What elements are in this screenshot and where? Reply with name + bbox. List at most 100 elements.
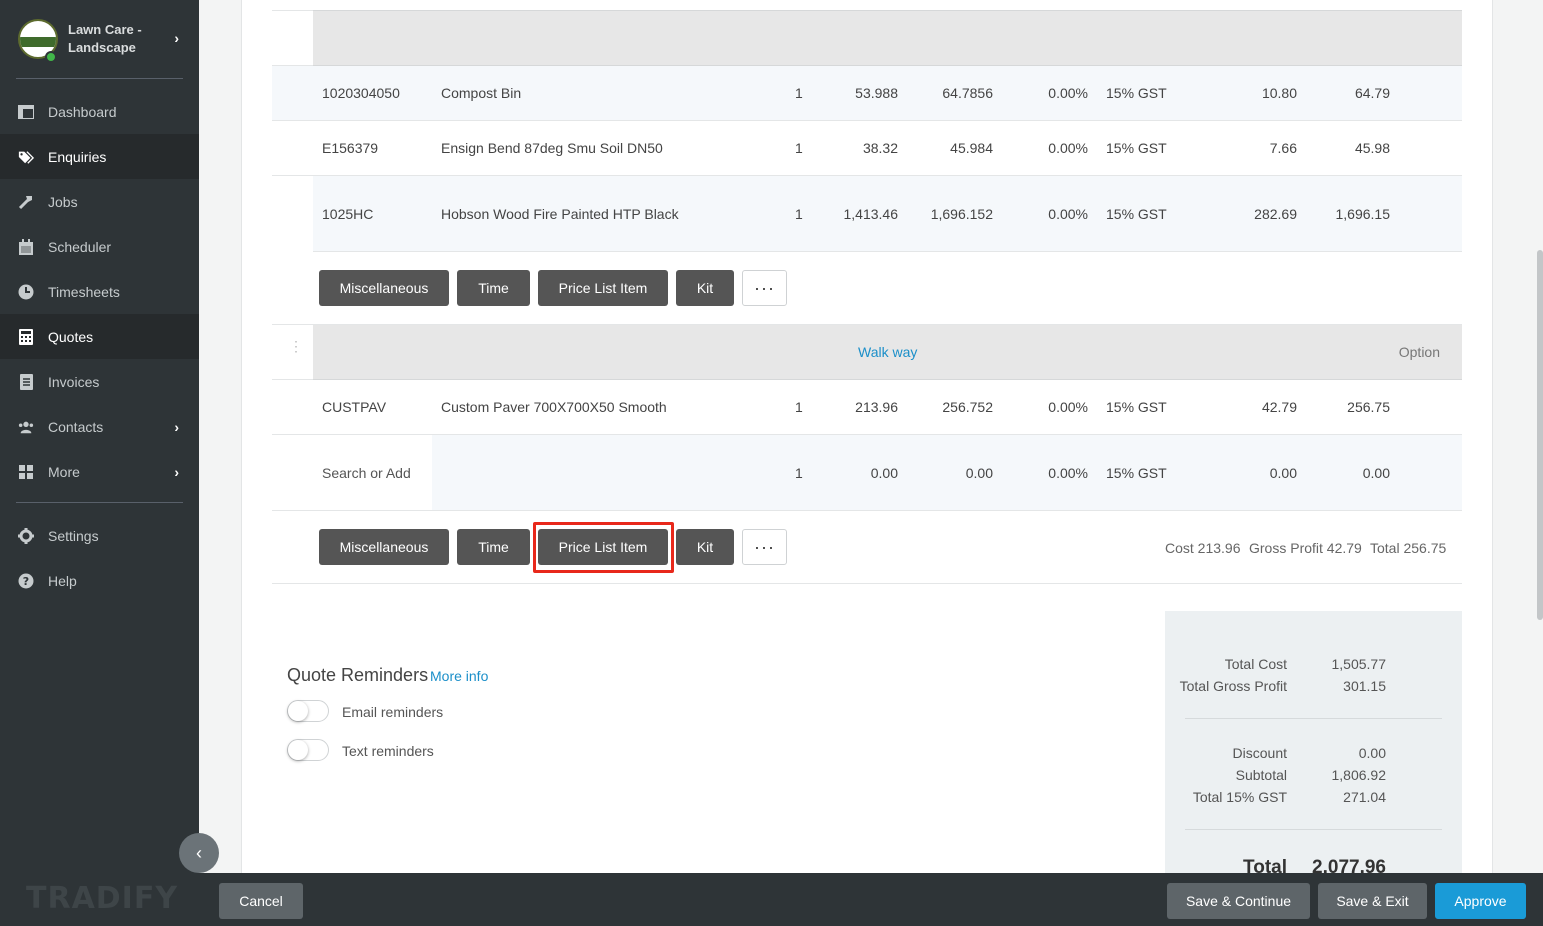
item-quantity[interactable]: 1 bbox=[795, 399, 803, 415]
gst-value: 271.04 bbox=[1343, 789, 1386, 805]
item-quantity[interactable]: 1 bbox=[795, 465, 803, 481]
add-miscellaneous-button[interactable]: Miscellaneous bbox=[319, 529, 449, 565]
sidebar-item-label: Contacts bbox=[48, 418, 104, 435]
sidebar-item-label: Settings bbox=[48, 527, 99, 544]
group-profit-summary: Gross Profit 42.79 bbox=[1249, 540, 1362, 556]
group-option-label[interactable]: Option bbox=[1399, 344, 1440, 360]
item-total: 0.00 bbox=[1362, 464, 1390, 481]
sidebar-item-quotes[interactable]: Quotes bbox=[0, 314, 199, 359]
sidebar-item-scheduler[interactable]: Scheduler bbox=[0, 224, 199, 269]
table-row[interactable]: 1020304050 Compost Bin 1 53.988 64.7856 … bbox=[272, 66, 1462, 121]
sidebar-item-invoices[interactable]: Invoices bbox=[0, 359, 199, 404]
sidebar-item-label: Jobs bbox=[48, 193, 78, 210]
group-header bbox=[313, 10, 1462, 66]
sidebar-item-help[interactable]: ? Help bbox=[0, 558, 199, 603]
sidebar-item-settings[interactable]: Settings bbox=[0, 513, 199, 558]
clock-icon bbox=[18, 284, 34, 300]
table-row[interactable]: Search or Add 1 0.00 0.00 0.00% 15% GST … bbox=[272, 435, 1462, 511]
item-code[interactable]: E156379 bbox=[322, 140, 378, 156]
add-time-button[interactable]: Time bbox=[457, 270, 530, 306]
table-row[interactable]: CUSTPAV Custom Paver 700X700X50 Smooth 1… bbox=[272, 380, 1462, 435]
sidebar-item-contacts[interactable]: Contacts › bbox=[0, 404, 199, 449]
email-reminders-toggle[interactable] bbox=[287, 700, 329, 722]
sidebar-item-timesheets[interactable]: Timesheets bbox=[0, 269, 199, 314]
item-description[interactable]: Custom Paver 700X700X50 Smooth bbox=[441, 399, 667, 415]
add-price-list-item-button[interactable]: Price List Item bbox=[538, 529, 668, 565]
item-tax[interactable]: 15% GST bbox=[1106, 85, 1167, 101]
item-cost[interactable]: 213.96 bbox=[855, 399, 898, 415]
group-header: Walk way Option bbox=[313, 325, 1462, 380]
approve-button[interactable]: Approve bbox=[1435, 883, 1526, 919]
cancel-button[interactable]: Cancel bbox=[219, 883, 303, 919]
item-discount[interactable]: 0.00% bbox=[1048, 399, 1088, 415]
chevron-right-icon: › bbox=[174, 418, 179, 435]
item-price[interactable]: 64.7856 bbox=[942, 85, 993, 101]
save-exit-button[interactable]: Save & Exit bbox=[1318, 883, 1427, 919]
item-discount[interactable]: 0.00% bbox=[1048, 140, 1088, 156]
item-code[interactable]: CUSTPAV bbox=[322, 399, 386, 415]
item-quantity[interactable]: 1 bbox=[795, 140, 803, 156]
item-profit: 282.69 bbox=[1254, 205, 1297, 222]
item-description[interactable]: Compost Bin bbox=[441, 85, 521, 101]
add-time-button[interactable]: Time bbox=[457, 529, 530, 565]
item-quantity[interactable]: 1 bbox=[795, 85, 803, 101]
table-row[interactable]: 1025HC Hobson Wood Fire Painted HTP Blac… bbox=[272, 176, 1462, 252]
item-price[interactable]: 256.752 bbox=[942, 399, 993, 415]
table-row[interactable]: E156379 Ensign Bend 87deg Smu Soil DN50 … bbox=[272, 121, 1462, 176]
more-options-button[interactable]: ··· bbox=[742, 529, 787, 565]
help-icon: ? bbox=[18, 573, 34, 589]
total-gross-profit-label: Total Gross Profit bbox=[1179, 678, 1287, 694]
item-discount[interactable]: 0.00% bbox=[1048, 465, 1088, 481]
item-discount[interactable]: 0.00% bbox=[1048, 206, 1088, 222]
item-cost[interactable]: 53.988 bbox=[855, 85, 898, 101]
collapse-sidebar-button[interactable]: ‹ bbox=[179, 833, 219, 873]
item-quantity[interactable]: 1 bbox=[795, 206, 803, 222]
dashboard-icon bbox=[18, 104, 34, 120]
item-code[interactable]: 1025HC bbox=[322, 206, 373, 222]
group-drag-handle[interactable]: ⋮ bbox=[272, 325, 313, 380]
company-switcher[interactable]: Lawn Care - Landscape › bbox=[0, 0, 199, 78]
item-tax[interactable]: 15% GST bbox=[1106, 465, 1167, 481]
more-info-link[interactable]: More info bbox=[430, 668, 488, 684]
calendar-icon bbox=[18, 238, 34, 255]
row-gutter bbox=[272, 176, 313, 252]
sidebar-item-dashboard[interactable]: Dashboard bbox=[0, 89, 199, 134]
sidebar-nav: Dashboard Enquiries Jobs Scheduler Times… bbox=[0, 79, 199, 494]
sidebar-item-label: Enquiries bbox=[48, 148, 107, 165]
sidebar-item-enquiries[interactable]: Enquiries bbox=[0, 134, 199, 179]
text-reminders-toggle[interactable] bbox=[287, 739, 329, 761]
search-or-add-input[interactable]: Search or Add bbox=[322, 465, 411, 481]
drag-handle-icon: ⋮ bbox=[289, 338, 303, 354]
chevron-right-icon: › bbox=[174, 463, 179, 480]
add-price-list-item-button[interactable]: Price List Item bbox=[538, 270, 668, 306]
item-price[interactable]: 1,696.152 bbox=[931, 206, 993, 222]
item-price[interactable]: 45.984 bbox=[950, 140, 993, 156]
item-discount[interactable]: 0.00% bbox=[1048, 85, 1088, 101]
item-description[interactable]: Hobson Wood Fire Painted HTP Black bbox=[441, 206, 679, 222]
item-code[interactable]: 1020304050 bbox=[322, 85, 400, 101]
item-tax[interactable]: 15% GST bbox=[1106, 399, 1167, 415]
sidebar-item-more[interactable]: More › bbox=[0, 449, 199, 494]
item-tax[interactable]: 15% GST bbox=[1106, 206, 1167, 222]
item-cost[interactable]: 38.32 bbox=[863, 140, 898, 156]
sidebar-item-label: Invoices bbox=[48, 373, 100, 390]
scrollbar-thumb[interactable] bbox=[1537, 250, 1543, 620]
add-kit-button[interactable]: Kit bbox=[676, 529, 734, 565]
add-kit-button[interactable]: Kit bbox=[676, 270, 734, 306]
subtotal-label: Subtotal bbox=[1235, 767, 1287, 783]
item-cost[interactable]: 0.00 bbox=[871, 465, 898, 481]
quote-reminders-title: Quote Reminders bbox=[287, 665, 429, 685]
item-tax[interactable]: 15% GST bbox=[1106, 140, 1167, 156]
item-price[interactable]: 0.00 bbox=[966, 465, 993, 481]
item-description[interactable]: Ensign Bend 87deg Smu Soil DN50 bbox=[441, 140, 663, 156]
more-options-button[interactable]: ··· bbox=[742, 270, 787, 306]
sidebar-item-jobs[interactable]: Jobs bbox=[0, 179, 199, 224]
group-title[interactable]: Walk way bbox=[858, 344, 917, 360]
save-continue-button[interactable]: Save & Continue bbox=[1167, 883, 1310, 919]
tradify-watermark: TRADIFY bbox=[26, 881, 179, 916]
sidebar-nav-secondary: Settings ? Help bbox=[0, 513, 199, 603]
company-name: Lawn Care - Landscape bbox=[68, 22, 142, 55]
svg-text:?: ? bbox=[23, 575, 29, 588]
add-miscellaneous-button[interactable]: Miscellaneous bbox=[319, 270, 449, 306]
item-cost[interactable]: 1,413.46 bbox=[844, 206, 899, 222]
